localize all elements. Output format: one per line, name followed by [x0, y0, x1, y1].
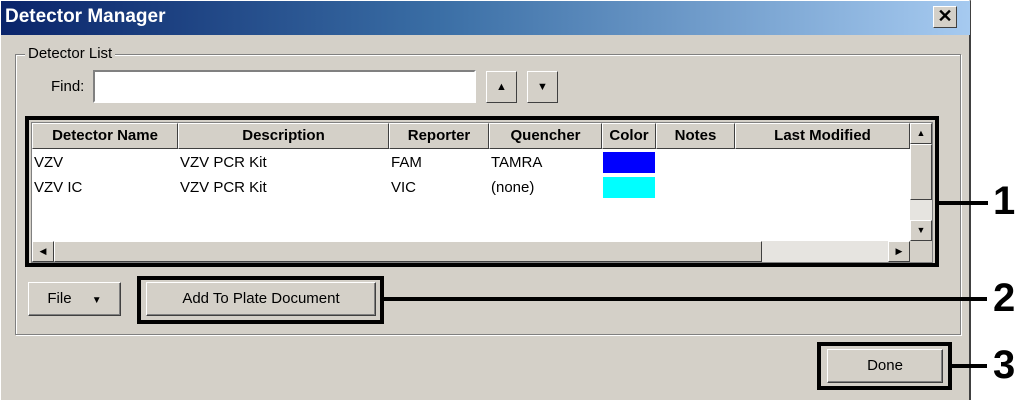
callout-line-3 [949, 364, 987, 368]
close-button[interactable]: ✕ [933, 6, 957, 28]
highlight-box-table [25, 116, 939, 267]
callout-line-2 [381, 297, 987, 301]
file-button-label: File [47, 290, 72, 307]
file-menu-button[interactable]: File ▼ [28, 282, 121, 316]
find-label: Find: [51, 78, 85, 95]
close-icon: ✕ [937, 6, 953, 26]
find-input[interactable] [93, 70, 476, 103]
callout-line-1 [936, 201, 988, 205]
highlight-box-add-button [137, 276, 384, 324]
find-down-button[interactable]: ▼ [527, 71, 558, 103]
detector-list-label: Detector List [25, 45, 116, 62]
triangle-up-icon: ▲ [496, 81, 507, 93]
detector-manager-window: Detector Manager ✕ Detector List Find: ▲… [0, 0, 971, 400]
window-title: Detector Manager [5, 6, 166, 27]
triangle-down-icon: ▼ [537, 81, 548, 93]
callout-number-1: 1 [993, 179, 1016, 223]
callout-number-2: 2 [993, 276, 1016, 320]
highlight-box-done-button [817, 342, 952, 390]
title-bar[interactable]: Detector Manager ✕ [1, 1, 970, 35]
callout-number-3: 3 [993, 343, 1016, 387]
find-up-button[interactable]: ▲ [486, 71, 517, 103]
dropdown-arrow-icon: ▼ [91, 295, 102, 306]
